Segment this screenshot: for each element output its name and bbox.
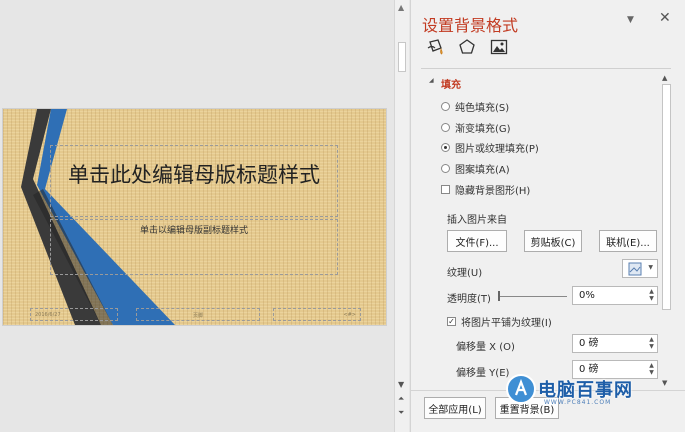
slide-title: 单击此处编辑母版标题样式 xyxy=(68,163,320,187)
texture-dropdown[interactable]: ▼ xyxy=(622,259,658,278)
fill-tab-icon[interactable] xyxy=(424,36,446,58)
footer-text: 页脚 xyxy=(193,313,204,319)
checkbox-icon[interactable] xyxy=(441,184,450,194)
transparency-input[interactable]: 0% ▲ ▼ xyxy=(572,286,658,305)
slide-number-text: <#> xyxy=(343,312,356,318)
title-placeholder[interactable]: 单击此处编辑母版标题样式 xyxy=(50,145,338,217)
chevron-down-icon: ▼ xyxy=(648,264,653,271)
scroll-up-icon[interactable]: ▲ xyxy=(662,74,667,82)
offset-x-label: 偏移量 X (O) xyxy=(456,342,515,353)
spinner-arrows-icon[interactable]: ▲ ▼ xyxy=(647,336,656,351)
texture-label: 纹理(U) xyxy=(447,268,483,279)
radio-label: 图案填充(A) xyxy=(455,164,510,176)
pane-scroll-thumb[interactable] xyxy=(662,84,671,310)
checkbox-label: 隐藏背景图形(H) xyxy=(455,185,531,197)
pane-scrollbar[interactable]: ▲ ▼ xyxy=(661,74,672,396)
radio-label: 渐变填充(G) xyxy=(455,123,511,135)
offset-x-value: 0 磅 xyxy=(579,338,599,349)
transparency-value: 0% xyxy=(579,290,595,301)
slide-canvas[interactable]: 单击此处编辑母版标题样式 单击以编辑母版副标题样式 2016/6/27 页脚 <… xyxy=(0,0,394,432)
effects-tab-icon[interactable] xyxy=(456,36,478,58)
collapse-arrow-icon[interactable]: ◢ xyxy=(429,77,434,84)
radio-pattern-fill[interactable]: 图案填充(A) xyxy=(441,161,510,176)
radio-icon[interactable] xyxy=(441,122,450,132)
file-button[interactable]: 文件(F)... xyxy=(447,230,507,252)
pane-title: 设置背景格式 xyxy=(422,16,519,35)
checkbox-checked-icon[interactable]: ✓ xyxy=(447,316,456,326)
online-button[interactable]: 联机(E)... xyxy=(599,230,657,252)
pane-options-icon[interactable]: ▼ xyxy=(627,15,634,25)
close-icon[interactable]: ✕ xyxy=(659,10,671,26)
spinner-arrows-icon[interactable]: ▲ ▼ xyxy=(647,288,656,303)
ribbon-decoration xyxy=(21,109,175,325)
date-placeholder[interactable]: 2016/6/27 xyxy=(30,308,118,321)
watermark-url: WWW.PC841.COM xyxy=(544,399,612,406)
texture-icon xyxy=(628,262,642,276)
apply-to-all-button[interactable]: 全部应用(L) xyxy=(424,397,486,419)
radio-picture-texture-fill[interactable]: 图片或纹理填充(P) xyxy=(441,140,539,155)
slide-subtitle: 单击以编辑母版副标题样式 xyxy=(139,226,248,236)
hide-bg-graphics-checkbox[interactable]: 隐藏背景图形(H) xyxy=(441,182,531,197)
canvas-scroll-thumb[interactable] xyxy=(398,42,406,72)
pane-scroll-body: ◢ 填充 纯色填充(S) 渐变填充(G) 图片或纹理填充(P) 图案填充(A) … xyxy=(411,70,673,388)
picture-tab-icon[interactable] xyxy=(488,36,510,58)
radio-label: 纯色填充(S) xyxy=(455,102,510,114)
transparency-slider-thumb[interactable] xyxy=(498,291,500,301)
footer-placeholder[interactable]: 页脚 xyxy=(136,308,260,321)
radio-gradient-fill[interactable]: 渐变填充(G) xyxy=(441,120,511,135)
subtitle-placeholder[interactable]: 单击以编辑母版副标题样式 xyxy=(50,219,338,275)
next-slide-icon[interactable]: ⏷ xyxy=(398,408,404,418)
format-background-pane: 设置背景格式 ▼ ✕ ◢ 填充 纯色填充(S) 渐变填充(G) 图片或纹理填充(… xyxy=(410,0,685,432)
radio-solid-fill[interactable]: 纯色填充(S) xyxy=(441,99,510,114)
radio-label: 图片或纹理填充(P) xyxy=(455,143,539,155)
offset-x-input[interactable]: 0 磅 ▲ ▼ xyxy=(572,334,658,353)
scroll-up-icon[interactable]: ▲ xyxy=(398,3,404,12)
checkbox-label: 将图片平铺为纹理(I) xyxy=(461,317,552,329)
transparency-slider-track[interactable] xyxy=(499,296,567,297)
fill-section-header[interactable]: 填充 xyxy=(441,76,461,91)
canvas-scrollbar[interactable]: ▲ ▼ ⏶ ⏷ xyxy=(394,0,409,432)
prev-slide-icon[interactable]: ⏶ xyxy=(398,394,404,404)
radio-icon[interactable] xyxy=(441,101,450,111)
radio-selected-icon[interactable] xyxy=(441,142,450,152)
watermark-logo-icon xyxy=(506,374,536,404)
clipboard-button[interactable]: 剪贴板(C) xyxy=(524,230,582,252)
watermark: 电脑百事网 WWW.PC841.COM xyxy=(500,374,680,414)
scroll-down-icon[interactable]: ▼ xyxy=(398,380,404,389)
slide-number-placeholder[interactable]: <#> xyxy=(273,308,361,321)
transparency-label: 透明度(T) xyxy=(447,294,491,305)
slide-master-thumbnail[interactable]: 单击此处编辑母版标题样式 单击以编辑母版副标题样式 2016/6/27 页脚 <… xyxy=(3,109,386,325)
insert-from-label: 插入图片来自 xyxy=(447,215,507,226)
pane-tabs xyxy=(424,36,544,58)
tile-as-texture-checkbox[interactable]: ✓ 将图片平铺为纹理(I) xyxy=(447,314,552,329)
date-text: 2016/6/27 xyxy=(35,312,61,318)
pane-divider xyxy=(421,68,671,69)
radio-icon[interactable] xyxy=(441,163,450,173)
